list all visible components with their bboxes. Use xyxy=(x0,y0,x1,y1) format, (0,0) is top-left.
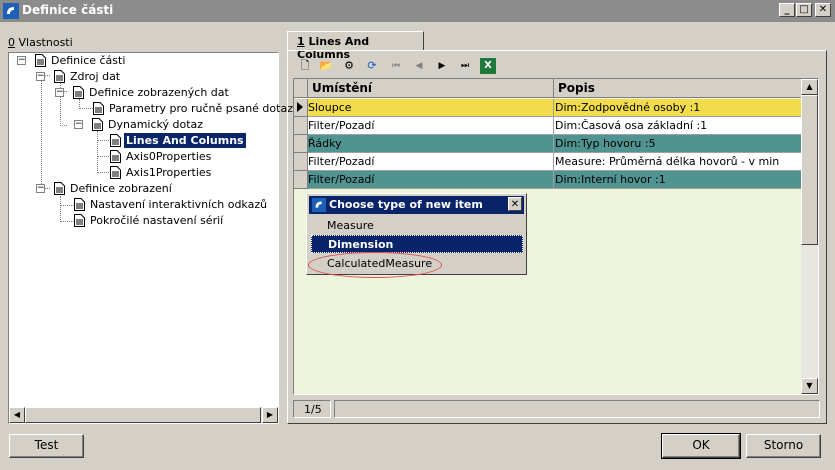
table-row[interactable]: Filter/Pozadí Dim:Časová osa základní :1 xyxy=(294,117,802,135)
test-button[interactable]: Test xyxy=(9,434,84,458)
popup-item-dimension[interactable]: Dimension xyxy=(311,235,523,253)
collapse-toggle[interactable]: − xyxy=(55,88,64,97)
table-row[interactable]: Řádky Dim:Typ hovoru :5 xyxy=(294,135,802,153)
popup-title-bar[interactable]: Choose type of new item ✕ xyxy=(309,196,524,214)
document-icon xyxy=(74,214,85,227)
document-icon xyxy=(54,70,65,83)
row-indicator[interactable] xyxy=(294,117,308,135)
cell-placement[interactable]: Filter/Pozadí xyxy=(308,153,554,171)
tree-node-label: Definice zobrazených dat xyxy=(89,86,229,99)
document-icon xyxy=(110,134,121,147)
row-indicator[interactable] xyxy=(294,171,308,189)
ok-button[interactable]: OK xyxy=(661,433,741,459)
scroll-right-button[interactable]: ▶ xyxy=(262,407,278,423)
properties-tree[interactable]: − Definice části − Zdroj dat − Definice … xyxy=(8,52,299,424)
document-icon xyxy=(93,102,104,115)
next-icon[interactable]: ▶ xyxy=(434,58,450,74)
cell-description[interactable]: Dim:Časová osa základní :1 xyxy=(554,117,802,135)
tree-node-label: Pokročilé nastavení sérií xyxy=(90,214,224,227)
cell-placement[interactable]: Řádky xyxy=(308,135,554,153)
document-icon xyxy=(92,118,103,131)
scroll-thumb[interactable] xyxy=(801,95,818,245)
cell-placement[interactable]: Filter/Pozadí xyxy=(308,171,554,189)
new-icon[interactable]: 🗋 xyxy=(297,58,313,74)
table-row[interactable]: Sloupce Dim:Zodpovědné osoby :1 xyxy=(294,99,802,117)
collapse-toggle[interactable]: − xyxy=(36,72,45,81)
highlight-ellipse xyxy=(308,252,442,278)
cancel-button[interactable]: Storno xyxy=(746,434,821,458)
collapse-toggle[interactable]: − xyxy=(36,184,45,193)
scroll-down-button[interactable]: ▼ xyxy=(801,378,818,394)
open-icon[interactable]: 📂 xyxy=(318,58,334,74)
app-icon xyxy=(3,3,19,19)
column-header-umisteni[interactable]: Umístění xyxy=(308,79,554,98)
cell-description[interactable]: Dim:Interní hovor :1 xyxy=(554,171,802,189)
cell-description[interactable]: Dim:Typ hovoru :5 xyxy=(554,135,802,153)
cell-description[interactable]: Measure: Průměrná délka hovorů - v min xyxy=(554,153,802,171)
last-icon[interactable]: ⏭ xyxy=(457,58,473,74)
document-icon xyxy=(73,86,84,99)
tree-node-label: Definice zobrazení xyxy=(70,182,172,195)
document-icon xyxy=(35,54,46,67)
record-indicator: 1/5 xyxy=(293,400,331,418)
cell-placement[interactable]: Sloupce xyxy=(308,99,554,117)
grid-corner xyxy=(294,79,308,98)
tree-node-label: Lines And Columns xyxy=(124,133,246,148)
tree-node-label: Zdroj dat xyxy=(70,70,121,83)
collapse-toggle[interactable]: − xyxy=(17,56,26,65)
tree-node-label: Definice části xyxy=(51,54,126,67)
cell-description[interactable]: Dim:Zodpovědné osoby :1 xyxy=(554,99,802,117)
first-icon[interactable]: ⏮ xyxy=(388,58,404,74)
tree-node-label: Dynamický dotaz xyxy=(108,118,204,131)
refresh-icon[interactable]: ⟳ xyxy=(364,58,380,74)
tree-node-label: Parametry pro ručně psané dotazy xyxy=(109,102,300,115)
tree-node-label: Nastavení interaktivních odkazů xyxy=(90,198,268,211)
table-row[interactable]: Filter/Pozadí Measure: Průměrná délka ho… xyxy=(294,153,802,171)
maximize-button[interactable]: □ xyxy=(796,3,812,17)
grid-vertical-scrollbar[interactable]: ▲ ▼ xyxy=(801,79,818,394)
document-icon xyxy=(54,182,65,195)
cell-placement[interactable]: Filter/Pozadí xyxy=(308,117,554,135)
column-header-popis[interactable]: Popis xyxy=(554,79,802,98)
row-indicator[interactable] xyxy=(294,153,308,171)
document-icon xyxy=(110,150,121,163)
tab-lines-and-columns[interactable]: 1 Lines And Columns xyxy=(287,31,424,61)
tree-node-label: Axis0Properties xyxy=(126,150,212,163)
excel-icon[interactable]: X xyxy=(480,58,496,74)
scroll-left-button[interactable]: ◀ xyxy=(9,407,25,423)
title-bar[interactable]: Definice části _ □ ✕ xyxy=(0,0,835,22)
tree-node-label: Axis1Properties xyxy=(126,166,212,179)
popup-close-button[interactable]: ✕ xyxy=(508,197,522,211)
window-title: Definice části xyxy=(22,3,114,17)
row-indicator[interactable] xyxy=(294,99,308,117)
settings-icon[interactable]: ⚙ xyxy=(341,58,357,74)
document-icon xyxy=(110,166,121,179)
properties-label: 0 Vlastnosti xyxy=(8,36,73,49)
popup-title: Choose type of new item xyxy=(329,198,483,211)
close-button[interactable]: ✕ xyxy=(815,3,831,17)
tree-horizontal-scrollbar[interactable]: ◀ ▶ xyxy=(9,407,278,423)
status-bar xyxy=(334,400,820,418)
previous-icon[interactable]: ◀ xyxy=(411,58,427,74)
app-icon xyxy=(312,198,326,212)
popup-item-measure[interactable]: Measure xyxy=(311,217,523,235)
row-indicator[interactable] xyxy=(294,135,308,153)
document-icon xyxy=(74,198,85,211)
scroll-up-button[interactable]: ▲ xyxy=(801,79,818,95)
minimize-button[interactable]: _ xyxy=(779,3,795,17)
scroll-thumb[interactable] xyxy=(25,407,261,423)
table-row[interactable]: Filter/Pozadí Dim:Interní hovor :1 xyxy=(294,171,802,189)
collapse-toggle[interactable]: − xyxy=(74,120,83,129)
